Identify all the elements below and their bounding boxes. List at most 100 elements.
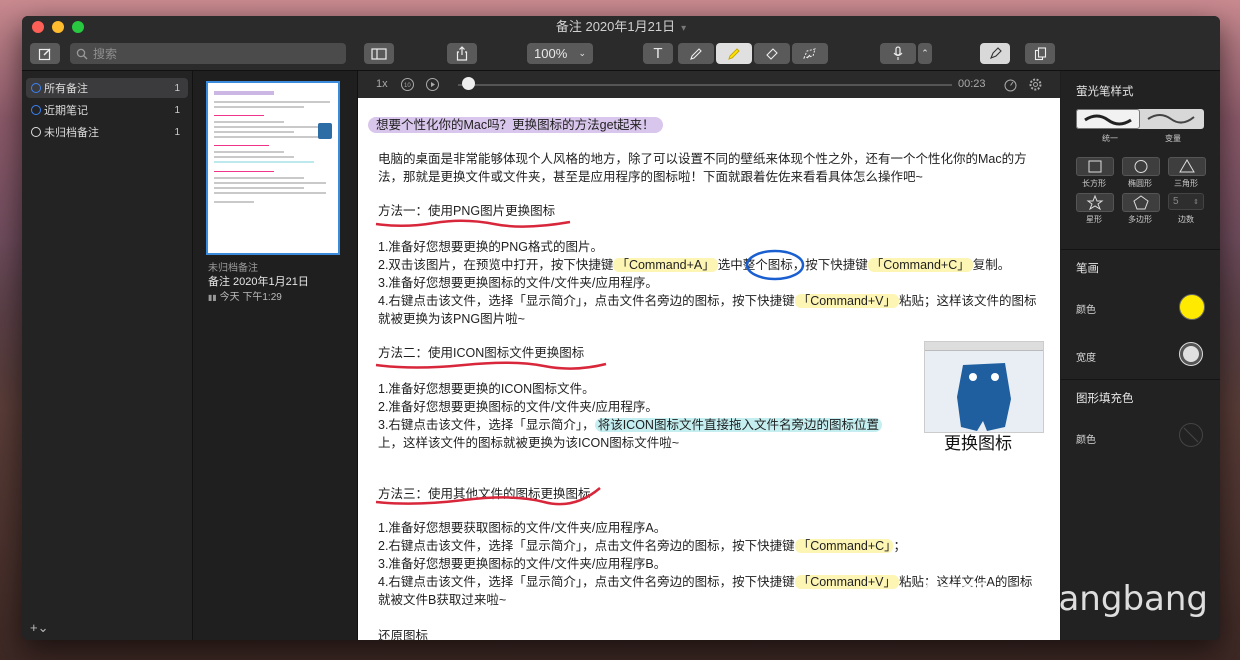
gear-icon[interactable] [1028, 77, 1043, 92]
window-title[interactable]: 备注 2020年1月21日 [556, 19, 675, 34]
sidebar-item-count: 1 [174, 126, 180, 138]
zoom-select[interactable]: 100% ⌄ [527, 43, 593, 64]
stroke-color-swatch[interactable] [1179, 294, 1205, 320]
ellipse-icon [1134, 160, 1148, 173]
variable-stroke-icon [1147, 114, 1195, 124]
progress-knob[interactable] [461, 77, 475, 90]
note-thumbnail[interactable] [206, 81, 340, 255]
chevron-up-icon: ⌃ [921, 48, 929, 58]
style-uniform-button[interactable] [1076, 109, 1140, 129]
fill-color-swatch[interactable] [1179, 423, 1203, 447]
lasso-icon [803, 47, 816, 59]
text-fragment: ； [893, 539, 906, 553]
drag-highlight: 将该ICON图标文件直接拖入文件名旁边的图标位置 [594, 418, 882, 432]
microphone-icon [893, 46, 903, 60]
method2-step3: 3.右键点击该文件，选择「显示简介」， 将该ICON图标文件直接拖入文件名旁边的图… [378, 416, 918, 434]
folder-dot-icon [31, 127, 41, 137]
chevron-down-icon[interactable]: ▾ [681, 23, 686, 34]
document-title: 想要个性化你的Mac吗？更换图标的方法get起来！ [368, 116, 663, 134]
sidebar-toggle-button[interactable] [364, 43, 394, 64]
highlighter-style-segmented [1076, 109, 1204, 129]
share-icon [456, 46, 468, 61]
sidebar-item-label: 未归档备注 [44, 127, 99, 139]
sidebar-item-all-notes[interactable]: 所有备注 1 [26, 78, 188, 98]
timer-icon[interactable] [1003, 77, 1018, 92]
divider [1061, 249, 1220, 250]
audio-bars-icon: ▮▮ [208, 293, 217, 302]
eraser-tool-button[interactable] [754, 43, 790, 64]
triangle-icon [1179, 159, 1195, 173]
rewind-icon[interactable]: 10 [400, 77, 415, 92]
polygon-shape-button[interactable] [1122, 193, 1160, 212]
method1-step3: 3.准备好您想要更换图标的文件/文件夹/应用程序。 [378, 276, 658, 290]
chevron-down-icon: ⌄ [578, 48, 586, 58]
zoom-button[interactable] [72, 21, 84, 33]
icon-preview-caption: 更换图标 [944, 434, 1012, 453]
triangle-shape-button[interactable] [1168, 157, 1206, 176]
pen-nib-icon [989, 47, 1002, 59]
text-tool-label: T [653, 45, 663, 62]
stroke-width-label: 宽度 [1076, 353, 1096, 364]
text-fragment: 4.右键点击该文件，选择「显示简介」，点击文件名旁边的图标，按下快捷键 [378, 575, 795, 589]
note-list: 未归档备注 备注 2020年1月21日 ▮▮ 今天 下午1:29 [193, 71, 358, 640]
shape-label: 星形 [1086, 215, 1102, 224]
copy-icon [1034, 46, 1046, 60]
shape-label: 边数 [1178, 215, 1194, 224]
style-variable-label: 变量 [1165, 134, 1181, 143]
highlighter-style-heading: 萤光笔样式 [1076, 86, 1134, 98]
text-tool-button[interactable]: T [643, 43, 673, 64]
playback-speed[interactable]: 1x [376, 78, 388, 90]
compose-icon [38, 48, 51, 60]
notes-window: 备注 2020年1月21日 ▾ 搜索 100% ⌄ T ⌃ 所有备注 1 近期笔… [22, 16, 1220, 640]
microphone-button[interactable] [880, 43, 916, 64]
title-bar: 备注 2020年1月21日 ▾ [22, 16, 1220, 38]
inspector-panel: 萤光笔样式 统一 变量 长方形 椭圆形 三角形 5 ⇕ 星形 多边形 边数 笔画… [1061, 71, 1220, 640]
sidebar-item-count: 1 [174, 104, 180, 116]
new-note-button[interactable] [30, 43, 60, 64]
eraser-icon [766, 47, 778, 60]
star-icon [1086, 194, 1104, 211]
shortcut-highlight: 「Command+V」 [794, 294, 899, 308]
shape-label: 多边形 [1128, 215, 1152, 224]
sidebar-item-unfiled[interactable]: 未归档备注 1 [26, 122, 188, 142]
add-folder-button[interactable]: +⌄ [30, 620, 48, 636]
sidebar-item-recent[interactable]: 近期笔记 1 [26, 100, 188, 120]
note-title[interactable]: 备注 2020年1月21日 [208, 273, 309, 289]
note-document[interactable]: 想要个性化你的Mac吗？更换图标的方法get起来！ 电脑的桌面是非常能够体现个人… [358, 98, 1060, 640]
stepper-arrows-icon: ⇕ [1193, 198, 1199, 206]
pen-tool-button[interactable] [678, 43, 714, 64]
sides-value: 5 [1173, 196, 1179, 207]
rectangle-shape-button[interactable] [1076, 157, 1114, 176]
shortcut-highlight: 「Command+C」 [794, 539, 894, 553]
polygon-sides-stepper[interactable]: 5 ⇕ [1168, 193, 1204, 210]
robot-icon [957, 363, 1011, 431]
progress-track[interactable] [458, 84, 952, 86]
ellipse-shape-button[interactable] [1122, 157, 1160, 176]
style-variable-button[interactable] [1140, 109, 1204, 129]
minimize-button[interactable] [52, 21, 64, 33]
markup-pen-button[interactable] [980, 43, 1010, 64]
play-icon[interactable] [425, 77, 440, 92]
inspector-toggle-button[interactable] [1025, 43, 1055, 64]
close-button[interactable] [32, 21, 44, 33]
star-shape-button[interactable] [1076, 193, 1114, 212]
style-uniform-label: 统一 [1102, 134, 1118, 143]
sidebar-item-label: 所有备注 [44, 83, 88, 95]
svg-text:10: 10 [404, 83, 411, 89]
lasso-tool-button[interactable] [792, 43, 828, 64]
method3-step1: 1.准备好您想要获取图标的文件/文件夹/应用程序A。 [378, 521, 667, 535]
stroke-width-swatch[interactable] [1179, 342, 1203, 366]
highlighter-tool-button[interactable] [716, 43, 752, 64]
microphone-options-button[interactable]: ⌃ [918, 43, 932, 64]
restore-icon-heading: 还原图标 [378, 629, 429, 640]
search-input[interactable]: 搜索 [70, 43, 346, 64]
text-fragment: 2.双击该图片，在预览中打开，按下快捷键 [378, 258, 614, 272]
divider [1061, 379, 1220, 380]
no-fill-icon [1183, 427, 1199, 443]
toolbar: 搜索 100% ⌄ T ⌃ [22, 38, 1220, 71]
fill-color-label: 颜色 [1076, 435, 1096, 446]
share-button[interactable] [447, 43, 477, 64]
sidebar-item-label: 近期笔记 [44, 105, 88, 117]
document-title-text: 想要个性化你的Mac吗？更换图标的方法get起来！ [368, 117, 663, 133]
rectangle-icon [1088, 160, 1102, 173]
